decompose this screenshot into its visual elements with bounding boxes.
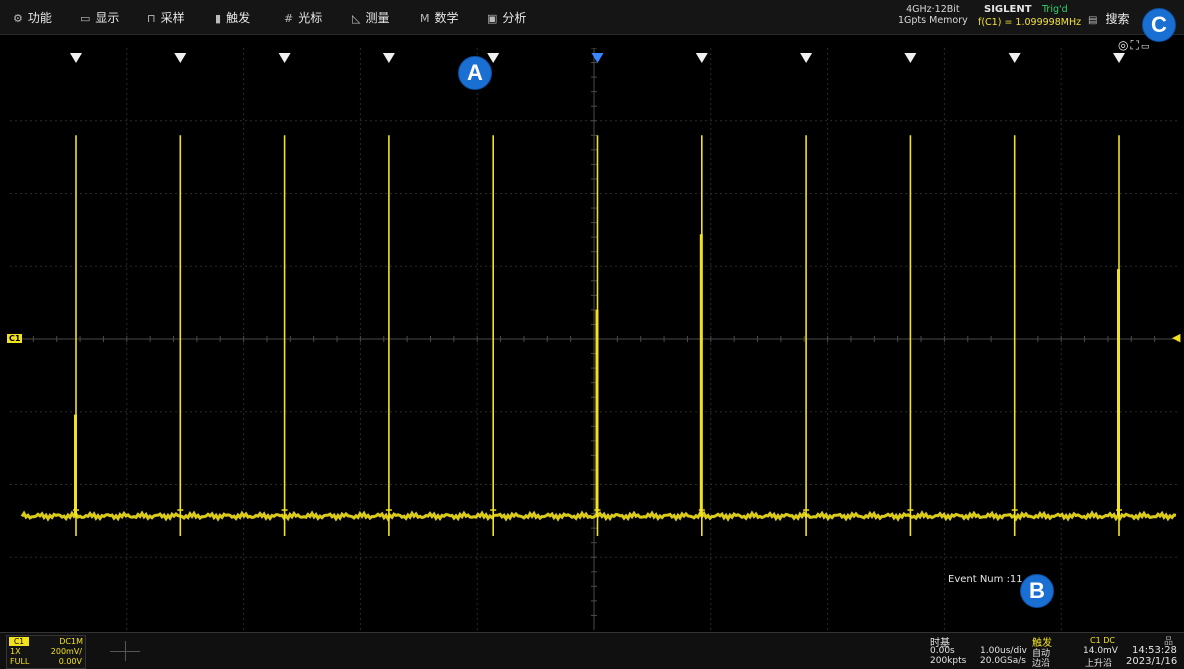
event-marker[interactable] [382, 53, 395, 63]
channel-bandwidth: FULL [10, 657, 30, 666]
event-marker[interactable] [800, 53, 813, 63]
brand-logo: SIGLENT [984, 4, 1032, 15]
acquire-icon: ⊓ [147, 12, 156, 25]
menu-item-7[interactable]: ▣ 分析 [487, 9, 526, 26]
cursor-icon: # [284, 12, 294, 25]
channel-scale: 200mV/ [50, 647, 82, 656]
bottom-status-bar: C1 DC1M 1X 200mV/ FULL 0.00V 时基 0.00s 1.… [0, 632, 1184, 669]
menu-item-2[interactable]: ⊓ 采样 [147, 9, 185, 26]
event-marker[interactable] [70, 53, 82, 63]
add-channel-icon[interactable] [110, 641, 140, 661]
measure-icon: ◺ [352, 12, 361, 25]
top-menu-bar: ⚙ 功能 ▭ 显示 ⊓ 采样 ▮ 触发 # 光标 ◺ 测量 M 数学 ▣ 分析 4GHz·12Bit 1Gpt… [0, 0, 1184, 35]
trigger-slope: 上升沿 [1085, 659, 1113, 669]
event-marker[interactable] [591, 53, 604, 63]
waveform-grid[interactable] [10, 48, 1178, 630]
event-marker[interactable] [174, 53, 187, 63]
display-icon: ▭ [80, 12, 91, 25]
trigger-status: Trig'd [1042, 4, 1068, 15]
event-marker[interactable] [278, 53, 291, 63]
camera-icon[interactable]: ◎ [1118, 38, 1130, 52]
event-marker[interactable] [695, 53, 708, 63]
menu-label: 光标 [298, 11, 323, 25]
menu-label: 功能 [27, 11, 52, 25]
timebase-scale: 1.00us/div [980, 646, 1028, 656]
baseline-trace [20, 510, 1177, 522]
spec-line-2: 1Gpts Memory [898, 15, 968, 26]
channel-1-panel[interactable]: C1 DC1M 1X 200mV/ FULL 0.00V [6, 635, 86, 669]
menu-item-1[interactable]: ▭ 显示 [80, 9, 119, 26]
channel-offset: 0.00V [58, 657, 82, 666]
event-marker[interactable] [904, 53, 917, 63]
menu-item-4[interactable]: # 光标 [284, 9, 322, 26]
menu-item-6[interactable]: M 数学 [420, 9, 459, 26]
math-icon: M [420, 12, 430, 25]
settings-icon: ⚙ [13, 12, 23, 25]
menu-label: 测量 [365, 11, 390, 25]
menu-label: 显示 [95, 11, 120, 25]
event-count: Event Num :11 [948, 574, 1023, 585]
event-marker[interactable] [1008, 53, 1021, 63]
menu-item-5[interactable]: ◺ 测量 [352, 9, 389, 26]
menu-label: 采样 [160, 11, 185, 25]
analysis-icon: ▣ [487, 12, 498, 25]
timebase-points: 200kpts [930, 656, 967, 666]
spec-line-1: 4GHz·12Bit [906, 4, 960, 15]
trigger-level: 14.0mV [1083, 646, 1118, 656]
menu-item-3[interactable]: ▮ 触发 [215, 9, 250, 26]
channel-coupling: DC1M [59, 637, 83, 646]
menu-label: 数学 [434, 11, 459, 25]
clock-time: 14:53:28 [1132, 645, 1177, 656]
event-markers [70, 53, 1125, 63]
fullscreen-icon[interactable]: ⛶ [1130, 38, 1140, 52]
search-icon: ▤ [1088, 15, 1098, 26]
trigger-type: 边沿 [1032, 659, 1051, 669]
timebase-delay: 0.00s [930, 646, 955, 656]
menu-label: 触发 [226, 11, 251, 25]
callout-a: A [458, 56, 492, 90]
trigger-level-marker[interactable]: ◀ [1172, 331, 1180, 344]
channel-tag: C1 [9, 637, 30, 646]
scope-spec: 4GHz·12Bit 1Gpts Memory [898, 4, 968, 26]
channel-probe: 1X [10, 647, 21, 656]
callout-b: B [1020, 574, 1054, 608]
timebase-rate: 20.0GSa/s [980, 656, 1026, 666]
callout-c: C [1142, 8, 1176, 42]
trigger-flag-icon: ▮ [215, 12, 222, 25]
search-button[interactable]: ▤ 搜索 [1088, 10, 1129, 27]
frequency-readout: f(C1) = 1.099998MHz [978, 17, 1082, 28]
trigger-source: C1 DC [1090, 636, 1115, 645]
menu-label: 分析 [502, 11, 527, 25]
event-marker[interactable] [1113, 53, 1125, 63]
event-marker[interactable] [487, 53, 500, 63]
toolbar-icons: ◎⛶▭ [1118, 38, 1151, 53]
channel-level-marker[interactable]: C1 [7, 334, 23, 343]
clock-date: 2023/1/16 [1126, 656, 1178, 667]
window-icon[interactable]: ▭ [1141, 42, 1152, 52]
menu-item-0[interactable]: ⚙ 功能 [13, 9, 52, 26]
search-label: 搜索 [1105, 12, 1130, 26]
